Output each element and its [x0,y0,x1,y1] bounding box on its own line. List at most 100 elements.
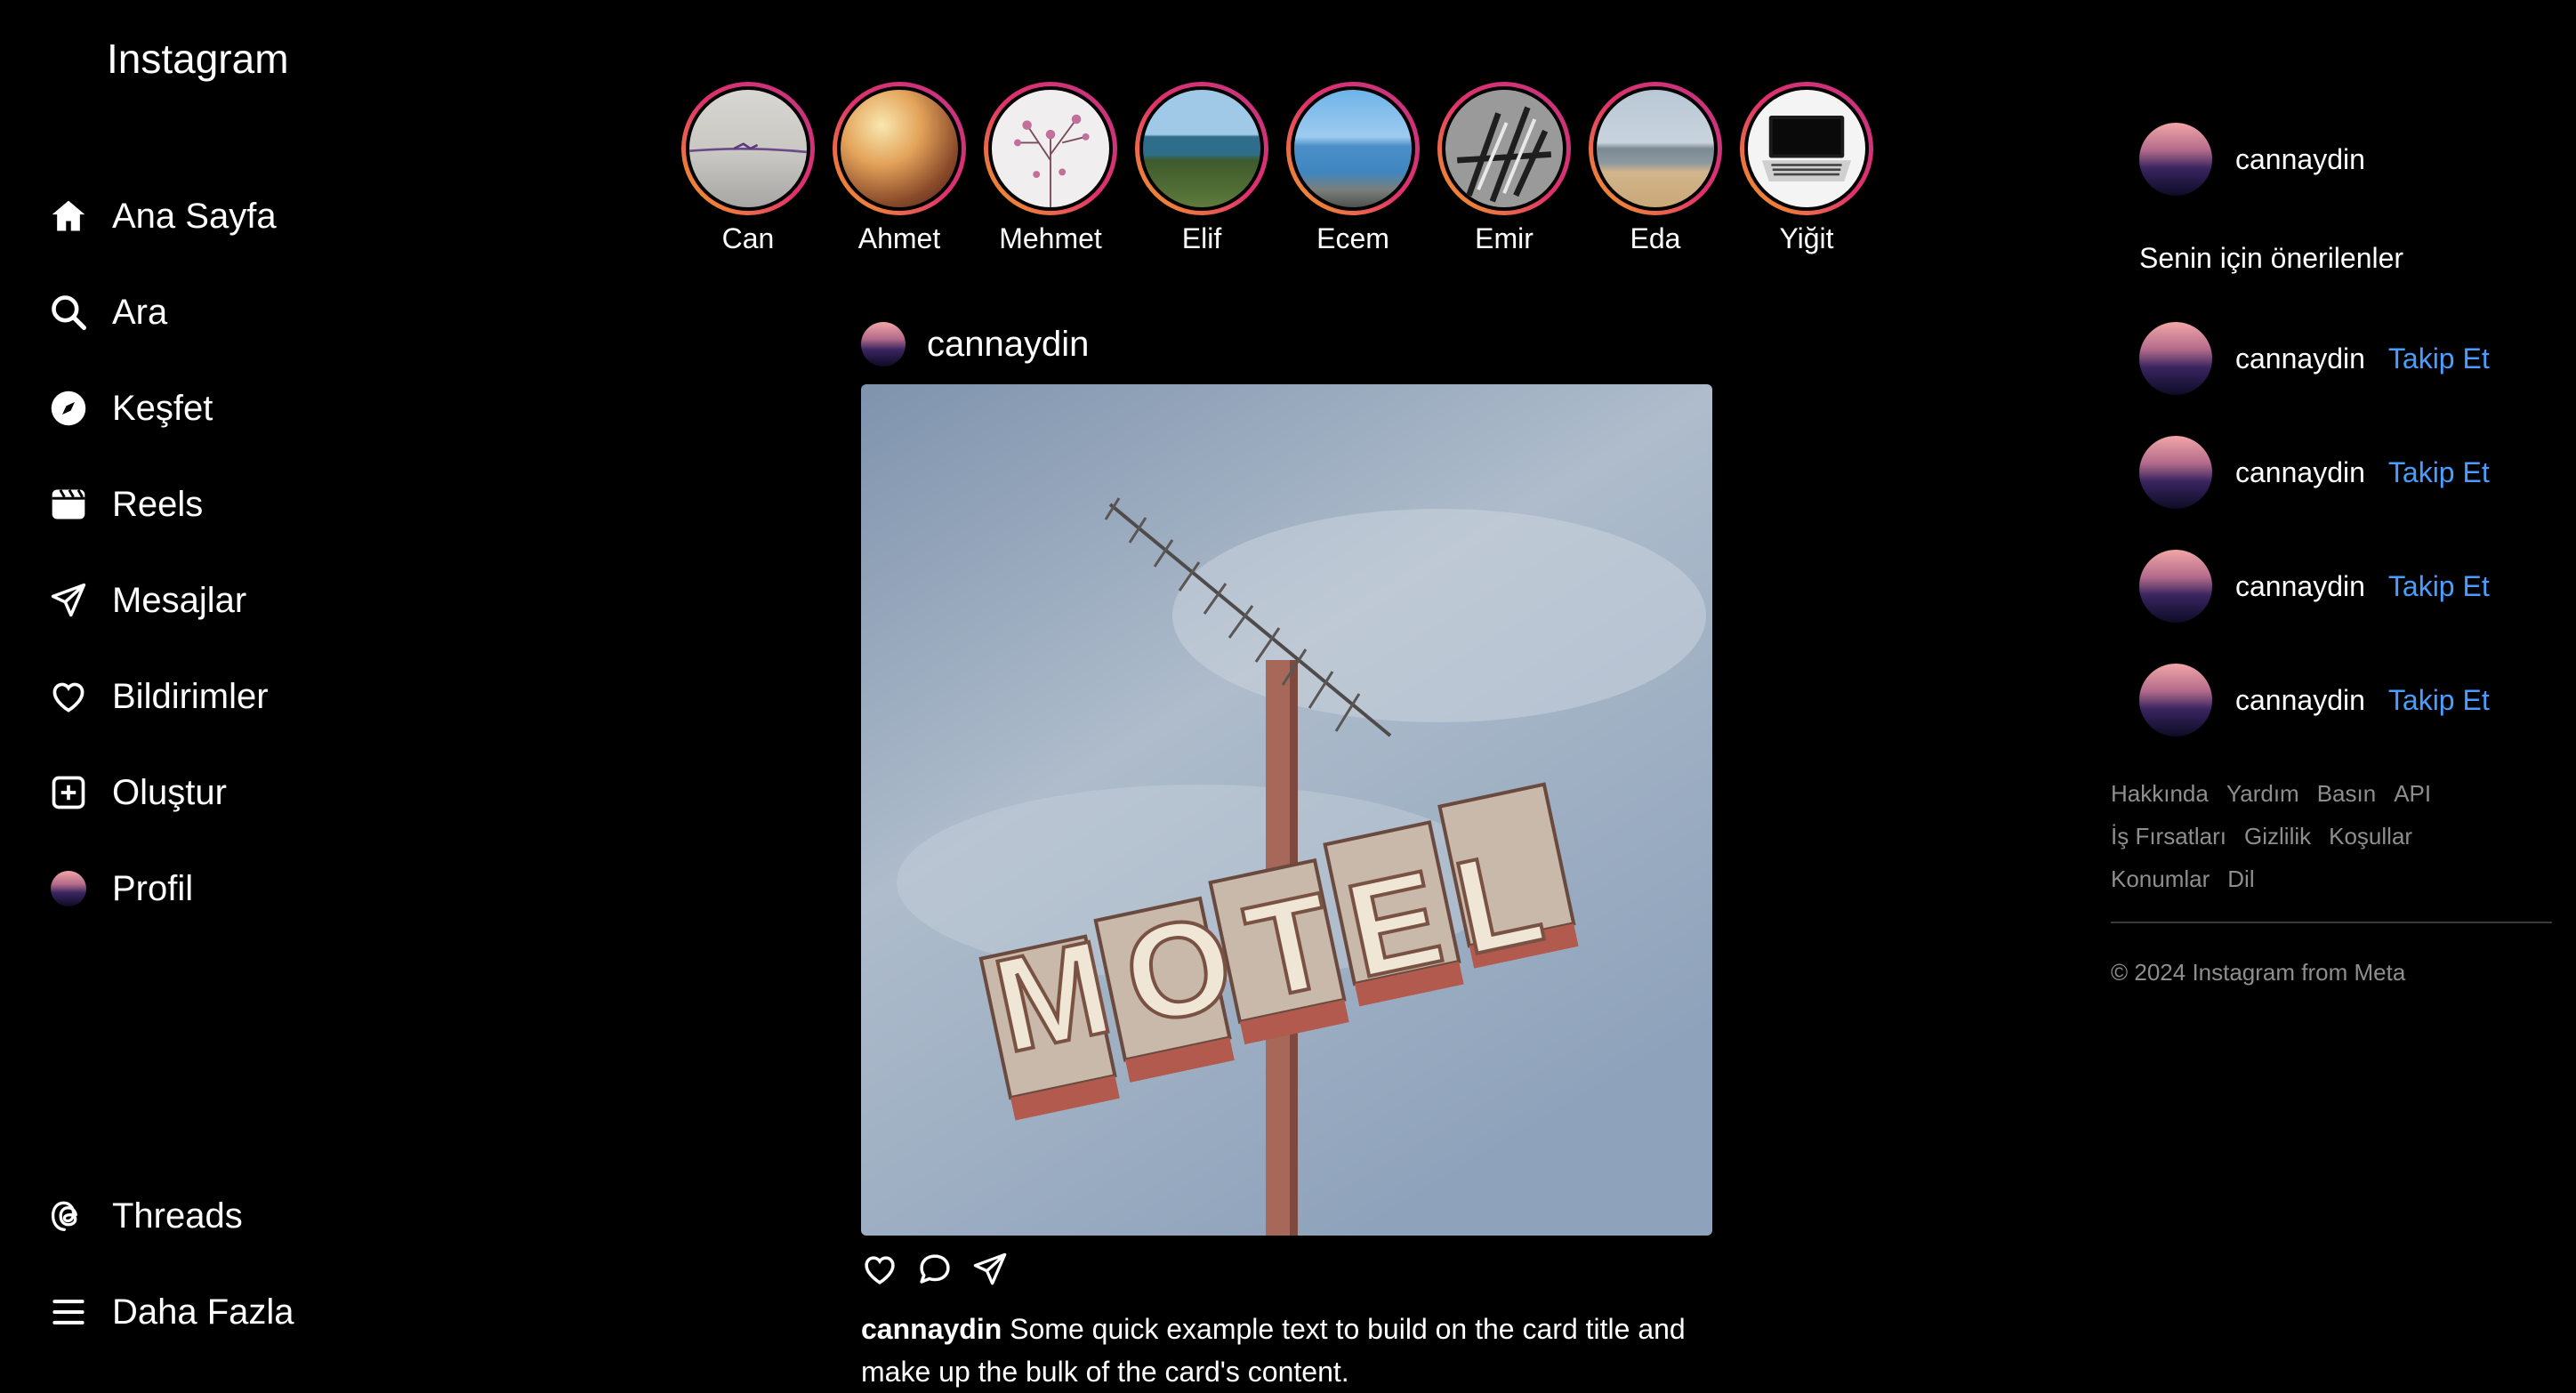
suggestion-avatar[interactable] [2139,436,2212,509]
story-ring [1135,82,1268,215]
nav-threads-label: Threads [112,1196,243,1236]
story-ring [1589,82,1722,215]
story-ring [1437,82,1571,215]
current-user-name[interactable]: cannaydin [2235,143,2365,176]
suggestion-avatar[interactable] [2139,322,2212,395]
story-thumbnail [988,86,1113,211]
story-name: Eda [1630,222,1681,254]
story-ring [681,82,815,215]
post-header: cannaydin [861,322,1089,366]
footer-link-jobs[interactable]: İş Fırsatları [2111,823,2226,849]
nav-create[interactable]: Oluştur [48,766,227,819]
post-avatar[interactable] [861,322,906,366]
follow-button[interactable]: Takip Et [2388,456,2490,489]
footer-link-about[interactable]: Hakkında [2111,780,2209,807]
nav-threads[interactable]: Threads [48,1189,243,1243]
post-caption: cannaydin Some quick example text to bui… [861,1308,1733,1393]
story-thumbnail [1291,86,1415,211]
story-thumbnail [1744,86,1869,211]
nav-explore-label: Keşfet [112,388,213,428]
suggestion-avatar[interactable] [2139,550,2212,623]
nav-explore[interactable]: Keşfet [48,382,213,435]
post-username[interactable]: cannaydin [927,325,1089,365]
send-icon [48,580,89,621]
story-ecem[interactable]: Ecem [1284,82,1421,256]
compass-icon [48,388,89,429]
follow-button[interactable]: Takip Et [2388,570,2490,603]
nav-more-label: Daha Fazla [112,1292,294,1332]
story-ring [1286,82,1420,215]
current-user-avatar[interactable] [2139,123,2212,196]
nav-profile[interactable]: Profil [48,862,193,915]
story-eda[interactable]: Eda [1587,82,1724,256]
instagram-logo[interactable]: Instagram [107,34,289,84]
home-icon [48,196,89,237]
nav-messages-label: Mesajlar [112,580,247,620]
post-actions [861,1251,1009,1292]
footer-row: Konumlar Dil [2111,858,2538,900]
suggestion-username[interactable]: cannaydin [2235,684,2365,717]
story-can[interactable]: Can [680,82,817,256]
footer-link-language[interactable]: Dil [2227,866,2254,892]
follow-button[interactable]: Takip Et [2388,342,2490,375]
story-name: Emir [1475,222,1534,254]
motel-sign-photo: MOTEL [861,384,1712,1236]
story-elif[interactable]: Elif [1133,82,1270,256]
current-user[interactable]: cannaydin [2139,123,2365,196]
story-emir[interactable]: Emir [1436,82,1573,256]
suggestion-avatar[interactable] [2139,664,2212,737]
suggestion-username[interactable]: cannaydin [2235,342,2365,375]
footer-link-locations[interactable]: Konumlar [2111,866,2210,892]
post-image[interactable]: MOTEL [861,384,1712,1236]
like-heart-icon[interactable] [861,1251,898,1292]
story-ring [833,82,966,215]
plus-square-icon [48,772,89,813]
footer-link-help[interactable]: Yardım [2226,780,2299,807]
story-yigit[interactable]: Yiğit [1738,82,1875,256]
comment-icon[interactable] [916,1251,954,1292]
suggestion-item: cannaydin Takip Et [2139,664,2490,737]
suggestion-item: cannaydin Takip Et [2139,436,2490,509]
story-thumbnail [837,86,962,211]
story-name: Ecem [1316,222,1389,254]
nav-notifications[interactable]: Bildirimler [48,670,269,723]
footer-link-privacy[interactable]: Gizlilik [2244,823,2311,849]
suggestion-item: cannaydin Takip Et [2139,322,2490,395]
nav-messages[interactable]: Mesajlar [48,574,246,627]
nav-home[interactable]: Ana Sayfa [48,189,277,243]
share-send-icon[interactable] [971,1251,1009,1292]
story-thumbnail [1139,86,1264,211]
story-name: Mehmet [999,222,1102,254]
follow-button[interactable]: Takip Et [2388,684,2490,717]
story-ahmet[interactable]: Ahmet [831,82,968,256]
footer-row: Hakkında Yardım Basın API [2111,772,2538,815]
nav-reels[interactable]: Reels [48,478,203,531]
story-ring [984,82,1117,215]
nav-profile-label: Profil [112,868,194,908]
copyright: © 2024 Instagram from Meta [2111,959,2406,986]
nav-notifications-label: Bildirimler [112,676,269,716]
suggestions-title: Senin için önerilenler [2139,242,2404,274]
suggestion-username[interactable]: cannaydin [2235,456,2365,489]
story-thumbnail [1442,86,1566,211]
footer-link-api[interactable]: API [2394,780,2431,807]
menu-icon [48,1292,89,1333]
footer-link-terms[interactable]: Koşullar [2329,823,2412,849]
nav-search[interactable]: Ara [48,286,167,339]
nav-search-label: Ara [112,292,168,332]
profile-avatar [48,868,89,909]
story-thumbnail [1593,86,1718,211]
footer-row: İş Fırsatları Gizlilik Koşullar [2111,815,2538,858]
suggestion-username[interactable]: cannaydin [2235,570,2365,603]
footer-links: Hakkında Yardım Basın API İş Fırsatları Gizl… [2111,772,2538,900]
story-name: Yiğit [1779,222,1834,254]
nav-reels-label: Reels [112,484,204,524]
footer-link-press[interactable]: Basın [2317,780,2377,807]
story-ring [1740,82,1873,215]
nav-more[interactable]: Daha Fazla [48,1285,294,1339]
story-mehmet[interactable]: Mehmet [982,82,1119,256]
search-icon [48,292,89,333]
caption-username[interactable]: cannaydin [861,1313,1002,1345]
story-thumbnail [686,86,810,211]
footer-divider [2111,922,2552,923]
